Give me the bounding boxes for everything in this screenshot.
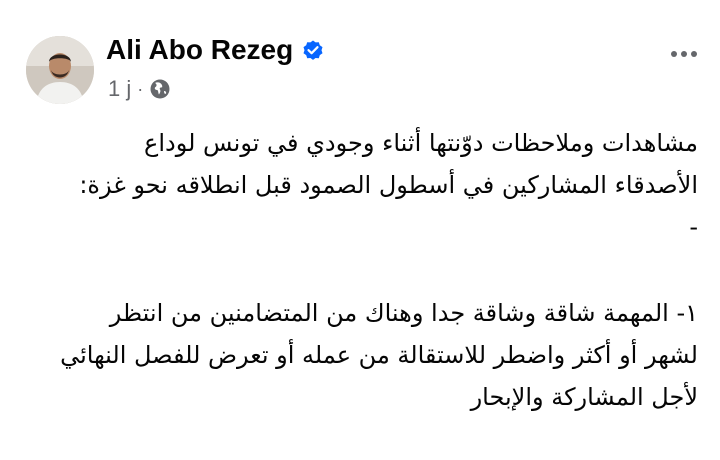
post-text-line: لشهر أو أكثر واضطر للاستقالة من عمله أو … bbox=[60, 341, 698, 369]
verified-badge-icon bbox=[301, 38, 325, 62]
post-meta: 1 j · bbox=[108, 76, 171, 102]
author-header: Ali Abo Rezeg bbox=[106, 34, 325, 66]
more-horizontal-icon bbox=[671, 51, 677, 57]
post-timestamp[interactable]: 1 j bbox=[108, 76, 131, 102]
more-options-button[interactable] bbox=[664, 40, 704, 68]
post-body: مشاهدات وملاحظات دوّنتها أثناء وجودي في … bbox=[22, 122, 698, 418]
post-text-line: الأصدقاء المشاركين في أسطول الصمود قبل ا… bbox=[79, 171, 698, 199]
avatar[interactable] bbox=[26, 36, 94, 104]
globe-icon[interactable] bbox=[149, 78, 171, 100]
post-text-line: مشاهدات وملاحظات دوّنتها أثناء وجودي في … bbox=[144, 129, 698, 157]
profile-photo bbox=[26, 36, 94, 104]
facebook-post: Ali Abo Rezeg 1 j · مشاهدات وملاحظات دوّ… bbox=[0, 0, 720, 460]
author-name[interactable]: Ali Abo Rezeg bbox=[106, 34, 293, 66]
post-text-line: - bbox=[689, 213, 698, 241]
meta-separator: · bbox=[137, 78, 144, 99]
post-text-line: ١- المهمة شاقة وشاقة جدا وهناك من المتضا… bbox=[109, 299, 698, 327]
post-text-line: لأجل المشاركة والإبحار bbox=[470, 383, 698, 411]
